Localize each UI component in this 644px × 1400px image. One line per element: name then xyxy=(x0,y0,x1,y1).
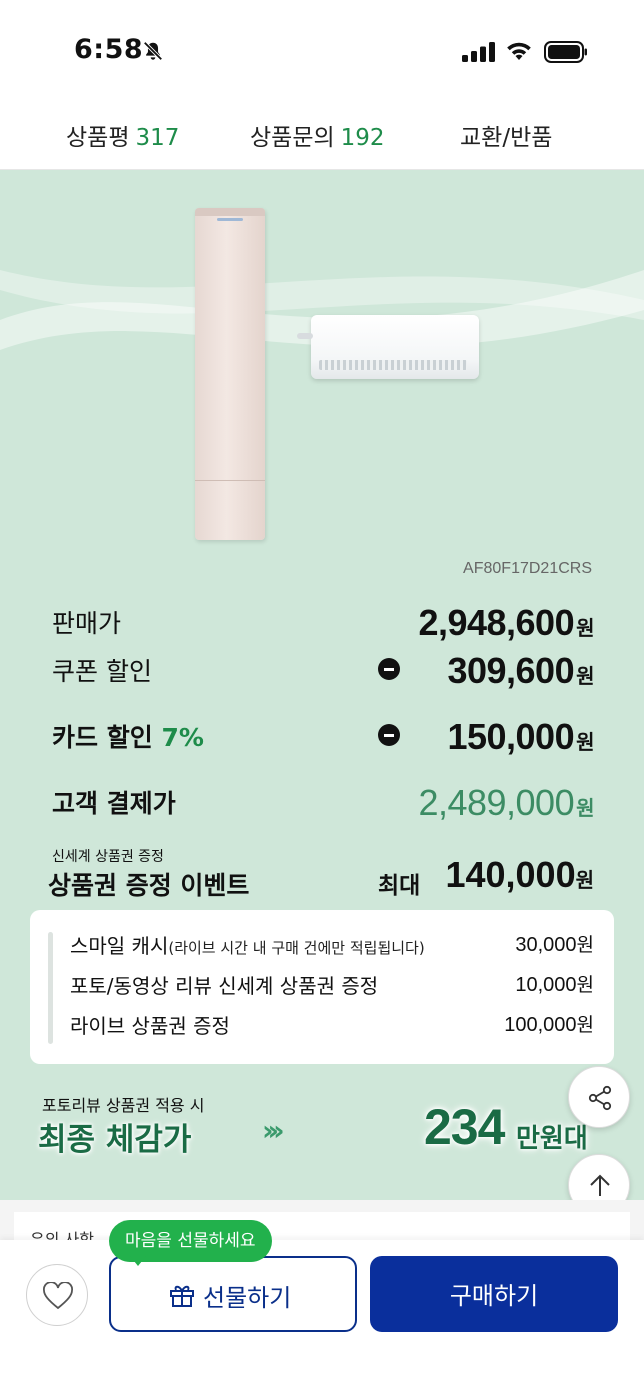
tab-inquiries[interactable]: 상품문의 192 xyxy=(250,118,385,152)
tab-exchange-return[interactable]: 교환/반품 xyxy=(460,118,552,152)
card-discount-label: 카드 할인 7% xyxy=(52,718,204,754)
tab-reviews-label: 상품평 xyxy=(66,125,130,151)
card-discount-value: 150,000 원 xyxy=(447,716,594,758)
benefit-item-currency: 원 xyxy=(576,1014,594,1036)
benefit-item-note: (라이브 시간 내 구매 건에만 적립됩니다) xyxy=(168,939,425,957)
event-max-currency: 원 xyxy=(575,868,594,892)
card-discount-row: 카드 할인 7% 150,000 원 xyxy=(52,710,594,758)
final-price-title: 최종 체감가 xyxy=(38,1122,192,1158)
sale-price-value: 2,948,600 원 xyxy=(418,602,594,644)
buy-button[interactable]: 구매하기 xyxy=(370,1256,618,1332)
benefit-item-amount: 10,000원 xyxy=(515,970,594,997)
buy-button-label: 구매하기 xyxy=(449,1282,539,1310)
benefit-item-value: 10,000 xyxy=(515,974,577,996)
final-price-unit: 만원대 xyxy=(516,1124,588,1154)
benefit-list: 스마일 캐시(라이브 시간 내 구매 건에만 적립됩니다) 30,000원 포토… xyxy=(30,910,614,1064)
sale-price-row: 판매가 2,948,600 원 xyxy=(52,596,594,644)
customer-price-currency: 원 xyxy=(576,796,594,820)
benefit-item-amount: 100,000원 xyxy=(504,1010,594,1037)
card-discount-currency: 원 xyxy=(576,730,594,754)
event-max-value: 140,000원 xyxy=(445,854,594,896)
final-price-value: 234 xyxy=(424,1099,505,1155)
gift-button-label: 선물하기 xyxy=(203,1284,292,1312)
gift-icon xyxy=(170,1285,194,1307)
share-icon xyxy=(588,1085,612,1111)
gift-tooltip-tail xyxy=(130,1256,146,1266)
benefit-item-label: 스마일 캐시(라이브 시간 내 구매 건에만 적립됩니다) xyxy=(70,930,425,959)
coupon-discount-amount: 309,600 xyxy=(447,650,575,691)
customer-price-amount: 2,489,000 xyxy=(418,782,575,823)
stand-led xyxy=(217,218,243,221)
customer-price-row: 고객 결제가 2,489,000 원 xyxy=(52,776,594,824)
tab-reviews-count: 317 xyxy=(135,125,180,151)
coupon-discount-currency: 원 xyxy=(576,664,594,688)
wifi-icon xyxy=(507,42,531,60)
card-discount-percent: 7% xyxy=(161,723,204,752)
event-title: 상품권 증정 이벤트 xyxy=(48,871,250,900)
benefit-item-text: 스마일 캐시 xyxy=(70,934,169,958)
scroll-top-button[interactable] xyxy=(568,1154,630,1200)
model-code: AF80F17D21CRS xyxy=(463,560,592,577)
benefit-list-bar xyxy=(48,932,53,1044)
bell-slash-icon xyxy=(143,41,163,61)
wall-unit-vent xyxy=(319,360,467,370)
benefit-item-currency: 원 xyxy=(576,934,594,956)
sale-price-label: 판매가 xyxy=(52,609,122,638)
benefit-item-value: 100,000 xyxy=(504,1014,577,1036)
chevrons-right-icon: ››› xyxy=(262,1114,284,1147)
benefit-item-label: 라이브 상품권 증정 xyxy=(70,1014,230,1038)
event-max-label: 최대 xyxy=(378,873,421,899)
minus-circle-icon xyxy=(378,658,400,680)
heart-icon xyxy=(43,1282,73,1310)
stand-air-conditioner-image xyxy=(195,208,265,540)
customer-price-value: 2,489,000 원 xyxy=(418,782,594,824)
benefit-item: 라이브 상품권 증정 100,000원 xyxy=(70,1010,594,1040)
customer-price-label: 고객 결제가 xyxy=(52,789,176,818)
tab-reviews[interactable]: 상품평 317 xyxy=(66,118,179,152)
stand-seam xyxy=(195,480,265,481)
sale-price-currency: 원 xyxy=(576,616,594,640)
status-bar: 6:58 xyxy=(0,0,644,100)
card-discount-text: 카드 할인 xyxy=(52,723,153,752)
benefit-item: 스마일 캐시(라이브 시간 내 구매 건에만 적립됩니다) 30,000원 xyxy=(70,930,594,960)
final-price-subtitle: 포토리뷰 상품권 적용 시 xyxy=(42,1096,205,1115)
like-button[interactable] xyxy=(26,1264,88,1326)
battery-icon xyxy=(544,41,587,63)
product-tabs: 상품평 317 상품문의 192 교환/반품 xyxy=(0,100,644,170)
cellular-signal-icon xyxy=(462,42,495,62)
event-subtitle: 신세계 상품권 증정 xyxy=(52,849,164,865)
benefit-item-label: 포토/동영상 리뷰 신세계 상품권 증정 xyxy=(70,974,379,998)
coupon-discount-row: 쿠폰 할인 309,600 원 xyxy=(52,644,594,692)
arrow-up-icon xyxy=(590,1174,610,1196)
status-time: 6:58 xyxy=(74,34,144,65)
tab-exchange-label: 교환/반품 xyxy=(460,125,553,151)
wall-unit-pipe xyxy=(297,333,313,339)
benefit-item-amount: 30,000원 xyxy=(515,930,594,957)
tab-inquiries-label: 상품문의 xyxy=(250,125,335,151)
minus-circle-icon xyxy=(378,724,400,746)
benefit-item-currency: 원 xyxy=(576,974,594,996)
promo-panel: AF80F17D21CRS 판매가 2,948,600 원 쿠폰 할인 309,6… xyxy=(0,170,644,1200)
gift-button[interactable]: 선물하기 xyxy=(109,1256,357,1332)
wall-air-conditioner-image xyxy=(297,315,479,379)
benefit-item: 포토/동영상 리뷰 신세계 상품권 증정 10,000원 xyxy=(70,970,594,1000)
share-button[interactable] xyxy=(568,1066,630,1128)
sale-price-amount: 2,948,600 xyxy=(418,602,575,643)
coupon-discount-value: 309,600 원 xyxy=(447,650,594,692)
tab-inquiries-count: 192 xyxy=(340,125,385,151)
coupon-discount-label: 쿠폰 할인 xyxy=(52,657,152,686)
card-discount-amount: 150,000 xyxy=(447,716,575,757)
stand-top-strip xyxy=(195,208,265,216)
event-max-amount: 140,000 xyxy=(445,854,576,895)
benefit-item-value: 30,000 xyxy=(515,934,577,956)
